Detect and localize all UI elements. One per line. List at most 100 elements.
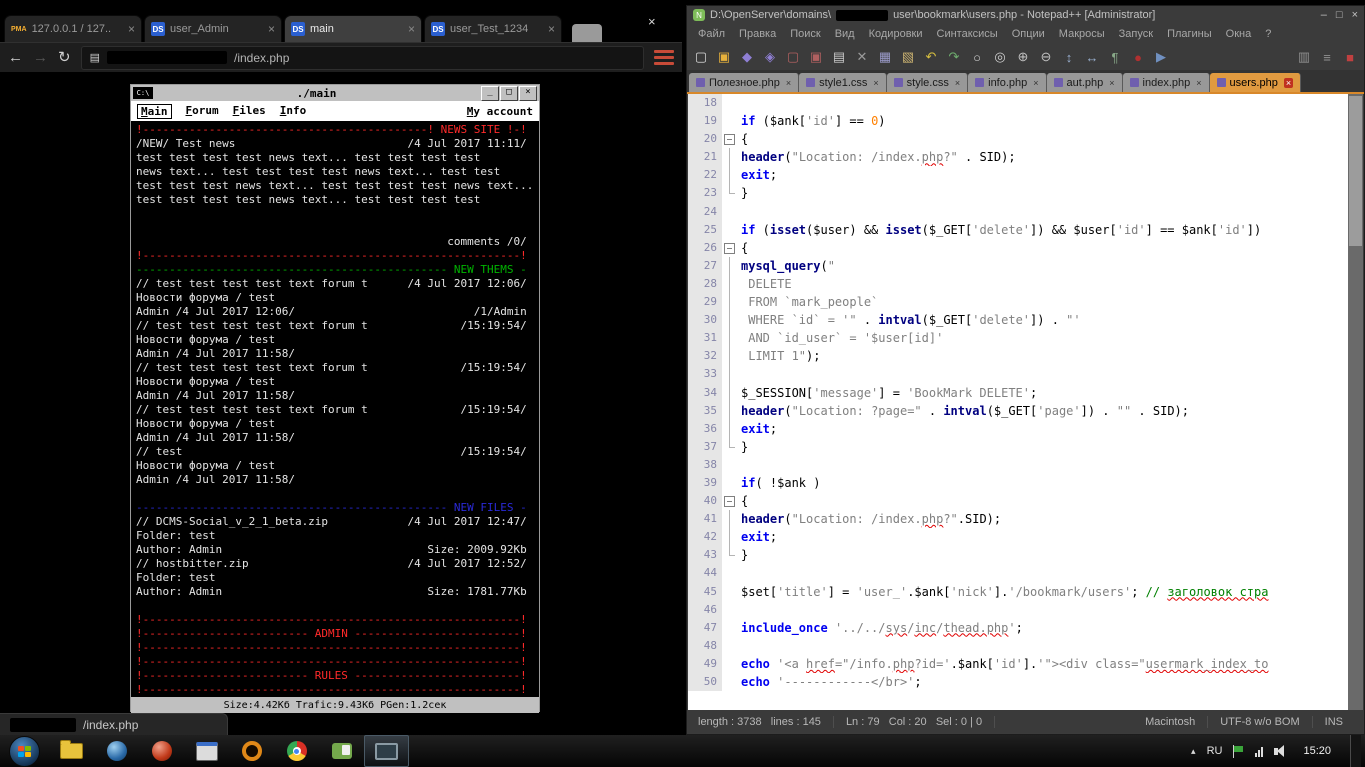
scrollbar-thumb[interactable] [1349, 96, 1362, 246]
minimize-icon[interactable]: _ [481, 86, 499, 101]
chrome-icon-button[interactable] [274, 735, 319, 767]
sync-v-icon[interactable]: ↕ [1059, 47, 1079, 67]
address-bar[interactable]: ▤ /index.php [81, 46, 644, 70]
windows-explorer-icon-button[interactable] [49, 735, 94, 767]
menu-Кодировки[interactable]: Кодировки [862, 28, 930, 40]
zoom-in-icon[interactable]: ⊕ [1013, 47, 1033, 67]
zoom-out-icon[interactable]: ⊖ [1036, 47, 1056, 67]
hamburger-menu-icon[interactable] [654, 50, 674, 65]
active-browser-icon-button[interactable] [364, 735, 409, 767]
keyboard-layout[interactable]: RU [1207, 745, 1223, 757]
red-app-icon-button[interactable] [139, 735, 184, 767]
browser-tab-main[interactable]: DSmain× [284, 15, 422, 42]
browser-tab-user_Test_1234[interactable]: DSuser_Test_1234× [424, 15, 562, 42]
save-icon[interactable]: ◆ [737, 47, 757, 67]
file-tab-close-icon[interactable]: × [1033, 78, 1038, 88]
play-macro-icon[interactable]: ▶ [1151, 47, 1171, 67]
notepadpp-titlebar[interactable]: N D:\OpenServer\domains\ user\bookmark\u… [687, 6, 1364, 24]
fold-margin[interactable] [722, 130, 736, 148]
file-tab-close-icon[interactable]: × [1196, 78, 1201, 88]
replace-icon[interactable]: ◎ [990, 47, 1010, 67]
opera-icon-button[interactable] [229, 735, 274, 767]
site-menu-files[interactable]: Files [233, 104, 266, 119]
file-tab-style.css[interactable]: style.css× [887, 73, 968, 92]
fold-margin[interactable] [722, 492, 736, 510]
site-menu-forum[interactable]: Forum [186, 104, 219, 119]
tab-close-icon[interactable]: × [408, 22, 415, 36]
openserver-flag-icon[interactable] [1233, 745, 1244, 758]
editor-scrollbar[interactable] [1348, 94, 1363, 712]
browser-tab-user_Admin[interactable]: DSuser_Admin× [144, 15, 282, 42]
menu-Макросы[interactable]: Макросы [1052, 28, 1112, 40]
file-tab-index.php[interactable]: index.php× [1123, 73, 1210, 92]
network-icon[interactable] [1255, 746, 1263, 757]
minimize-icon[interactable]: – [1321, 9, 1327, 21]
save-all-icon[interactable]: ◈ [760, 47, 780, 67]
print-icon[interactable]: ▤ [829, 47, 849, 67]
menu-Запуск[interactable]: Запуск [1112, 28, 1160, 40]
new-file-icon[interactable]: ▢ [691, 47, 711, 67]
menu-Плагины[interactable]: Плагины [1160, 28, 1219, 40]
new-tab-button[interactable] [572, 24, 602, 42]
menu-Вид[interactable]: Вид [828, 28, 862, 40]
sync-h-icon[interactable]: ↔ [1082, 47, 1102, 67]
menu-Опции[interactable]: Опции [1005, 28, 1052, 40]
file-tab-close-icon[interactable]: × [955, 78, 960, 88]
word-wrap-icon[interactable]: ¶ [1105, 47, 1125, 67]
menu-Поиск[interactable]: Поиск [783, 28, 827, 40]
code-editor[interactable]: 1819if ($ank['id'] == 0)20{21header("Loc… [688, 94, 1348, 712]
monitor-icon[interactable]: ■ [1340, 47, 1360, 67]
site-menu-info[interactable]: Info [280, 104, 307, 119]
file-tab-close-icon[interactable]: × [873, 78, 878, 88]
cut-icon[interactable]: ✕ [852, 47, 872, 67]
menu-Синтаксисы[interactable]: Синтаксисы [930, 28, 1005, 40]
file-tab-close-icon[interactable]: × [786, 78, 791, 88]
find-icon[interactable]: ○ [967, 47, 987, 67]
file-tab-aut.php[interactable]: aut.php× [1047, 73, 1123, 92]
doc-map-icon[interactable]: ▥ [1294, 47, 1314, 67]
browser-status-tab[interactable]: /index.php [0, 713, 228, 735]
tab-close-icon[interactable]: × [548, 22, 555, 36]
volume-icon[interactable] [1274, 745, 1284, 757]
copy-icon[interactable]: ▦ [875, 47, 895, 67]
show-desktop-button[interactable] [1350, 735, 1361, 767]
file-tab-style1.css[interactable]: style1.css× [799, 73, 887, 92]
tab-close-icon[interactable]: × [268, 22, 275, 36]
site-menu-my-account[interactable]: My account [467, 105, 533, 118]
status-insert-mode[interactable]: INS [1313, 716, 1355, 728]
maximize-icon[interactable]: □ [1336, 9, 1343, 21]
open-file-icon[interactable]: ▣ [714, 47, 734, 67]
app-window-icon-button[interactable] [184, 735, 229, 767]
fold-margin[interactable] [722, 239, 736, 257]
close-icon[interactable]: ▢ [783, 47, 803, 67]
file-tab-close-icon[interactable]: × [1109, 78, 1114, 88]
clock[interactable]: 15:20 [1295, 745, 1339, 757]
undo-icon[interactable]: ↶ [921, 47, 941, 67]
browser-close-icon[interactable]: × [648, 14, 656, 29]
paste-icon[interactable]: ▧ [898, 47, 918, 67]
hidden-icons-arrow[interactable]: ▴ [1191, 746, 1196, 757]
record-macro-icon[interactable]: ● [1128, 47, 1148, 67]
back-button[interactable]: ← [8, 50, 23, 65]
file-tab-Полезное.php[interactable]: Полезное.php× [689, 73, 799, 92]
menu-Окна[interactable]: Окна [1219, 28, 1259, 40]
close-all-icon[interactable]: ▣ [806, 47, 826, 67]
file-tab-users.php[interactable]: users.php× [1210, 73, 1302, 92]
close-icon[interactable]: × [519, 86, 537, 101]
browser-tab-127.0.0.1 / 127..[interactable]: PMA127.0.0.1 / 127..× [4, 15, 142, 42]
refresh-button[interactable]: ↻ [58, 50, 71, 65]
func-list-icon[interactable]: ≡ [1317, 47, 1337, 67]
file-tab-close-icon[interactable]: × [1284, 78, 1293, 88]
status-eol-format[interactable]: Macintosh [1133, 716, 1208, 728]
status-encoding[interactable]: UTF-8 w/o BOM [1208, 716, 1312, 728]
tab-close-icon[interactable]: × [128, 22, 135, 36]
forward-button[interactable]: → [33, 50, 48, 65]
start-button[interactable] [9, 736, 40, 767]
file-tab-info.php[interactable]: info.php× [968, 73, 1046, 92]
menu-Файл[interactable]: Файл [691, 28, 732, 40]
menu-Правка[interactable]: Правка [732, 28, 783, 40]
notepadpp-icon-button[interactable] [319, 735, 364, 767]
close-icon[interactable]: × [1352, 9, 1358, 21]
redo-icon[interactable]: ↷ [944, 47, 964, 67]
maximize-icon[interactable]: □ [500, 86, 518, 101]
